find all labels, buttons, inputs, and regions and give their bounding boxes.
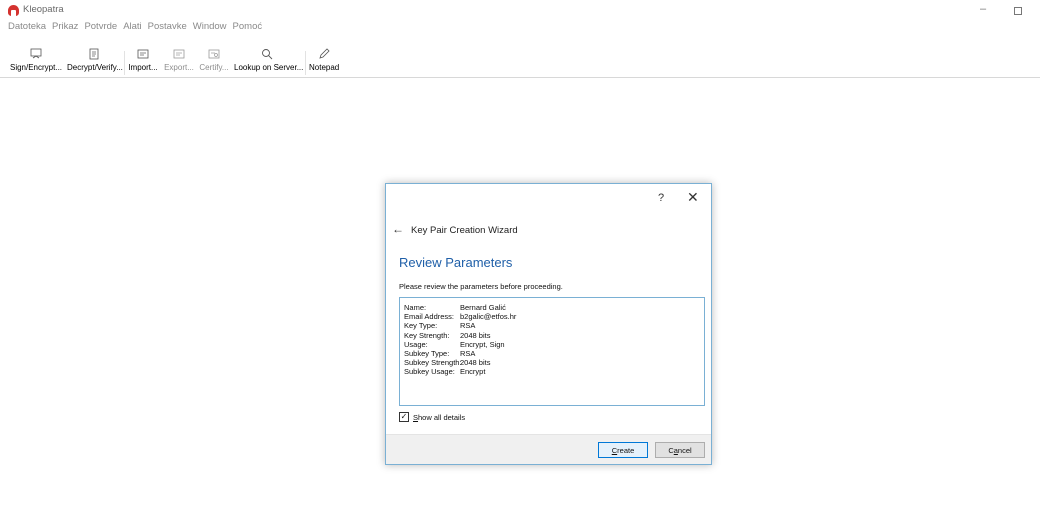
param-value: b2galic@etfos.hr (460, 312, 517, 322)
pencil-icon (319, 48, 330, 59)
window-titlebar: Kleopatra – (0, 0, 1040, 20)
import-icon (137, 49, 149, 59)
dialog-footer: Create Ca ncel (386, 434, 711, 464)
back-arrow-button[interactable]: ← (392, 222, 404, 236)
menu-potvrde[interactable]: Potvrde (84, 21, 117, 35)
param-key: Name: (404, 303, 427, 312)
decrypt-verify-icon (89, 48, 99, 60)
param-value: 2048 bits (460, 358, 491, 368)
param-key: Usage: (404, 339, 428, 349)
close-button[interactable]: ✕ (687, 189, 699, 206)
param-key: Subkey Usage: (404, 367, 455, 377)
param-row: Subkey Strength: 2048 bits (404, 358, 704, 367)
param-row: Key Type: RSA (404, 321, 704, 330)
lookup-on-server-label: Lookup on Server... (234, 63, 304, 72)
param-key: Key Type: (404, 321, 438, 331)
param-row: Key Strength: 2048 bits (404, 331, 704, 340)
import-button[interactable]: Import... (128, 48, 158, 72)
menu-prikaz[interactable]: Prikaz (52, 21, 78, 35)
param-value: Encrypt, Sign (460, 339, 505, 349)
param-row: Email Address: b2galic@etfos.hr (404, 312, 704, 321)
notepad-button[interactable]: Notepad (309, 48, 339, 72)
param-value: Encrypt (460, 367, 486, 377)
show-all-details-checkbox[interactable]: ✓ Show all details (399, 412, 465, 422)
help-button[interactable]: ? (658, 192, 664, 204)
menu-alati[interactable]: Alati (123, 21, 141, 35)
export-button[interactable]: Export... (164, 48, 194, 72)
parameters-summary-box[interactable]: Name: Bernard Galić Email Address: b2gal… (399, 297, 705, 406)
param-value: RSA (460, 321, 476, 331)
menu-pomoc[interactable]: Pomoć (233, 21, 263, 35)
certify-icon (208, 49, 220, 59)
sign-encrypt-button[interactable]: Sign/Encrypt... (9, 48, 63, 72)
decrypt-verify-button[interactable]: Decrypt/Verify... (67, 48, 123, 72)
notepad-label: Notepad (309, 63, 340, 72)
param-value: 2048 bits (460, 330, 491, 340)
param-value: RSA (460, 349, 476, 359)
create-button[interactable]: Create (598, 442, 648, 458)
param-row: Subkey Type: RSA (404, 349, 704, 358)
page-description: Please review the parameters before proc… (399, 282, 563, 291)
menu-window[interactable]: Window (193, 21, 227, 35)
certify-button[interactable]: Certify... (199, 48, 229, 72)
param-row: Usage: Encrypt, Sign (404, 340, 704, 349)
param-row: Name: Bernard Galić (404, 303, 704, 312)
export-label: Export... (164, 63, 194, 72)
toolbar-separator (305, 51, 306, 75)
window-title: Kleopatra (23, 4, 64, 15)
maximize-button[interactable] (1014, 7, 1022, 15)
show-all-details-label: Show all details (413, 412, 466, 422)
export-icon (173, 49, 185, 59)
menu-datoteka[interactable]: Datoteka (8, 21, 46, 35)
menu-bar: Datoteka Prikaz Potvrde Alati Postavke W… (8, 21, 268, 35)
menu-postavke[interactable]: Postavke (148, 21, 187, 35)
import-label: Import... (128, 63, 158, 72)
wizard-title: Key Pair Creation Wizard (411, 225, 518, 236)
page-heading: Review Parameters (399, 255, 513, 270)
certify-label: Certify... (199, 63, 229, 72)
minimize-button[interactable]: – (980, 3, 986, 15)
key-pair-creation-dialog: ? ✕ ← Key Pair Creation Wizard Review Pa… (385, 183, 712, 465)
lookup-on-server-button[interactable]: Lookup on Server... (234, 48, 304, 72)
checkmark-icon[interactable]: ✓ (399, 412, 409, 422)
param-key: Key Strength: (404, 330, 450, 340)
param-key: Subkey Type: (404, 349, 450, 359)
sign-encrypt-icon (30, 48, 42, 59)
toolbar: Sign/Encrypt... Decrypt/Verify... Import… (0, 44, 1040, 78)
param-key: Subkey Strength: (404, 358, 462, 368)
cancel-button[interactable]: Ca ncel (655, 442, 705, 458)
param-key: Email Address: (404, 312, 455, 322)
toolbar-separator (124, 51, 125, 75)
decrypt-verify-label: Decrypt/Verify... (67, 63, 123, 72)
param-row: Subkey Usage: Encrypt (404, 367, 704, 376)
search-icon (262, 49, 273, 60)
kleopatra-logo-icon (8, 5, 19, 16)
sign-encrypt-label: Sign/Encrypt... (9, 63, 63, 72)
param-value: Bernard Galić (460, 303, 506, 312)
